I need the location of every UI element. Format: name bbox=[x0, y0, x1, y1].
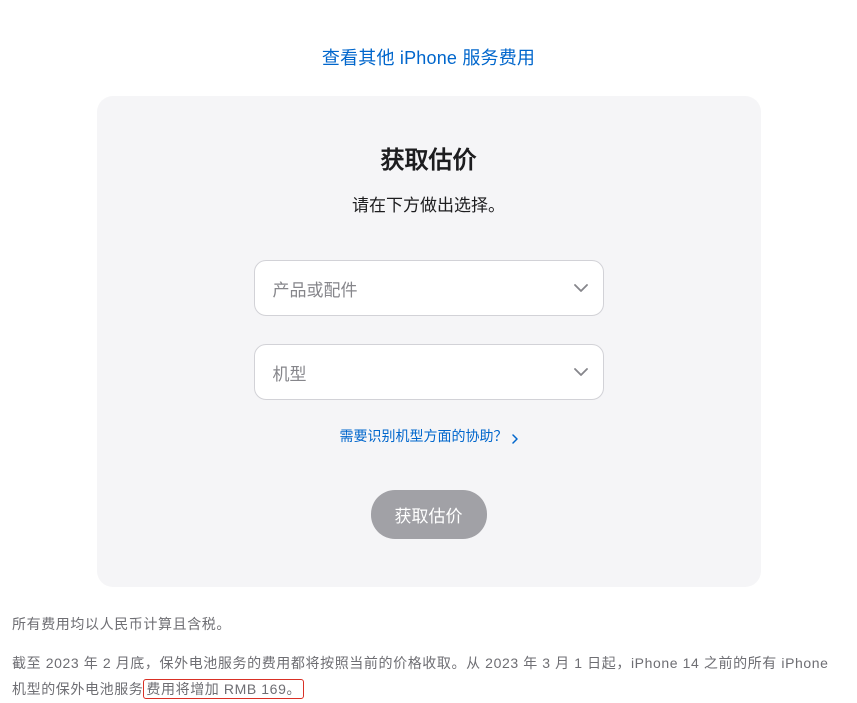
product-select[interactable]: 产品或配件 bbox=[254, 260, 604, 316]
help-link-label: 需要识别机型方面的协助？ bbox=[340, 426, 508, 446]
model-select[interactable]: 机型 bbox=[254, 344, 604, 400]
footer-note-2: 截至 2023 年 2 月底，保外电池服务的费用都将按照当前的价格收取。从 20… bbox=[12, 650, 845, 703]
model-select-wrapper: 机型 bbox=[254, 344, 604, 400]
card-subtitle: 请在下方做出选择。 bbox=[137, 191, 721, 216]
other-services-link[interactable]: 查看其他 iPhone 服务费用 bbox=[322, 48, 535, 68]
footer-note-1: 所有费用均以人民币计算且含税。 bbox=[12, 611, 845, 638]
footer-note-2-text: 截至 2023 年 2 月底，保外电池服务的费用都将按照当前的价格收取。从 20… bbox=[12, 655, 829, 698]
product-select-placeholder: 产品或配件 bbox=[273, 276, 358, 301]
footer-notes: 所有费用均以人民币计算且含税。 截至 2023 年 2 月底，保外电池服务的费用… bbox=[12, 587, 845, 703]
chevron-right-icon bbox=[512, 431, 518, 441]
get-estimate-button[interactable]: 获取估价 bbox=[371, 490, 487, 539]
top-link-wrapper: 查看其他 iPhone 服务费用 bbox=[12, 0, 845, 96]
product-select-wrapper: 产品或配件 bbox=[254, 260, 604, 316]
price-increase-highlight: 费用将增加 RMB 169。 bbox=[143, 679, 304, 699]
estimate-card: 获取估价 请在下方做出选择。 产品或配件 机型 需要识别机型方面的协助？ bbox=[97, 96, 761, 587]
card-title: 获取估价 bbox=[137, 140, 721, 175]
model-select-placeholder: 机型 bbox=[273, 360, 307, 385]
identify-model-help-link[interactable]: 需要识别机型方面的协助？ bbox=[340, 426, 518, 446]
